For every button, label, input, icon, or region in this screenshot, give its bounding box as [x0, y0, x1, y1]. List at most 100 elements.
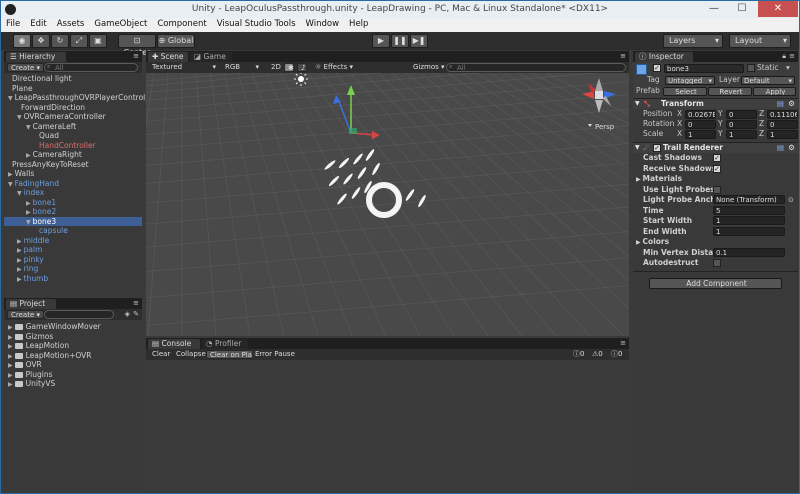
audio-toggle-icon[interactable]: ♪ — [297, 63, 307, 72]
transform-scale-x-input[interactable]: 1 — [685, 130, 716, 139]
trail-property-input[interactable]: 1 — [713, 226, 785, 236]
hierarchy-item[interactable]: ForwardDirection — [4, 103, 142, 113]
transform-position-x-input[interactable]: 0.0267E — [685, 110, 716, 119]
menu-file[interactable]: File — [1, 18, 25, 29]
fold-arrow-icon[interactable]: ▶ — [8, 381, 13, 388]
axis-label-y[interactable]: Y — [718, 129, 723, 139]
menu-gameobject[interactable]: GameObject — [89, 18, 152, 29]
fold-arrow-icon[interactable]: ▶ — [17, 276, 22, 283]
collapse-button[interactable]: Collapse — [173, 350, 209, 359]
hierarchy-search-input[interactable]: All — [44, 63, 138, 72]
error-pause-toggle[interactable]: Error Pause — [252, 350, 298, 359]
prefab-apply-button[interactable]: Apply — [753, 87, 796, 96]
scale-tool-icon[interactable]: ⤢ — [70, 34, 88, 48]
trail-property-label[interactable]: Colors — [643, 237, 670, 246]
axis-label-x[interactable]: X — [677, 119, 682, 129]
tab-project[interactable]: ▤ Project — [6, 299, 56, 309]
lock-icon[interactable]: 🔒︎ — [782, 52, 786, 61]
axis-label-x[interactable]: X — [677, 109, 682, 119]
fold-arrow-icon[interactable]: ▼ — [26, 124, 31, 131]
hierarchy-item[interactable]: HandController — [4, 141, 142, 151]
hierarchy-item[interactable]: ▶ thumb — [4, 274, 142, 284]
trail-property-checkbox[interactable] — [713, 259, 721, 267]
console-log-area[interactable] — [146, 360, 629, 491]
trail-renderer-component-header[interactable]: ▼ ☄ ✓ Trail Renderer ▤ ⚙ — [633, 142, 798, 153]
fold-arrow-icon[interactable]: ▶ — [8, 362, 13, 369]
fold-arrow-icon[interactable]: ▼ — [8, 181, 13, 188]
hierarchy-item[interactable]: ▼ OVRCameraController — [4, 112, 142, 122]
project-search-input[interactable] — [44, 310, 114, 319]
hierarchy-item[interactable]: ▼ FadingHand — [4, 179, 142, 189]
tab-game[interactable]: ◪ Game — [190, 52, 232, 62]
view-tool-eye-icon[interactable]: ◉ — [13, 34, 31, 48]
fold-arrow-icon[interactable]: ▶ — [17, 247, 22, 254]
chevron-down-icon[interactable]: ▾ — [786, 63, 790, 73]
hierarchy-item[interactable]: ▶ CameraRight — [4, 150, 142, 160]
fold-arrow-icon[interactable]: ▶ — [26, 209, 31, 216]
transform-position-z-input[interactable]: 0.11106 — [767, 110, 798, 119]
help-book-icon[interactable]: ▤ — [777, 143, 784, 153]
add-component-button[interactable]: Add Component — [649, 278, 782, 289]
tab-console[interactable]: ▤ Console — [148, 339, 200, 349]
hierarchy-item[interactable]: ▼ index — [4, 188, 142, 198]
trail-property-label[interactable]: Materials — [643, 174, 683, 183]
hierarchy-item[interactable]: ▶ palm — [4, 245, 142, 255]
transform-rotation-x-input[interactable]: 0 — [685, 120, 716, 129]
hierarchy-item[interactable]: ▶ ring — [4, 264, 142, 274]
panel-menu-icon[interactable]: ≡ — [620, 52, 626, 60]
menu-assets[interactable]: Assets — [52, 18, 90, 29]
shading-mode-dropdown[interactable]: Textured ▾ — [149, 63, 219, 72]
filter-by-label-icon[interactable]: ✎ — [133, 310, 139, 318]
transform-gizmo[interactable] — [333, 85, 380, 139]
prefab-revert-button[interactable]: Revert — [708, 87, 752, 96]
menu-help[interactable]: Help — [344, 18, 373, 29]
hierarchy-item[interactable]: ▼ CameraLeft — [4, 122, 142, 132]
project-create-dropdown[interactable]: Create ▾ — [7, 310, 45, 319]
tab-profiler[interactable]: ◔ Profiler — [202, 339, 248, 349]
panel-menu-icon[interactable]: ≡ — [133, 52, 139, 60]
prefab-select-button[interactable]: Select — [663, 87, 707, 96]
static-checkbox[interactable] — [747, 64, 755, 72]
log-count-toggle[interactable]: ⓘ0 — [608, 350, 626, 359]
fold-arrow-icon[interactable]: ▶ — [17, 266, 22, 273]
object-picker-icon[interactable]: ⊙ — [788, 195, 794, 205]
2d-mode-toggle[interactable]: 2D — [268, 63, 284, 72]
clear-button[interactable]: Clear — [149, 350, 174, 359]
transform-rotation-z-input[interactable]: 0 — [767, 120, 798, 129]
hierarchy-item[interactable]: ▶ bone1 — [4, 198, 142, 208]
hierarchy-item[interactable]: Directional light — [4, 74, 142, 84]
close-button[interactable]: ✕ — [758, 1, 798, 17]
warning-count-toggle[interactable]: ⚠0 — [589, 350, 606, 359]
tab-scene[interactable]: ✚ Scene — [148, 52, 188, 62]
lighting-toggle-icon[interactable]: ✱ — [284, 63, 294, 72]
transform-scale-z-input[interactable]: 1 — [767, 130, 798, 139]
hierarchy-item[interactable]: ▶ middle — [4, 236, 142, 246]
maximize-button[interactable]: ☐ — [729, 1, 755, 17]
layout-dropdown[interactable]: Layout ▾ — [729, 34, 791, 48]
transform-scale-y-input[interactable]: 1 — [726, 130, 757, 139]
trail-property-checkbox[interactable] — [713, 185, 721, 194]
hierarchy-item[interactable]: PressAnyKeyToReset — [4, 160, 142, 170]
play-button-icon[interactable]: ▶ — [372, 34, 390, 48]
axis-label-x[interactable]: X — [677, 129, 682, 139]
layer-dropdown[interactable]: Default ▾ — [741, 76, 795, 85]
axis-label-y[interactable]: Y — [718, 119, 723, 129]
pivot-center-toggle[interactable]: ⊡ Center — [118, 34, 156, 57]
axis-label-z[interactable]: Z — [759, 109, 764, 119]
project-folder-item[interactable]: ▶ LeapMotion — [4, 341, 142, 351]
fold-arrow-icon[interactable]: ▶ — [8, 171, 13, 178]
fold-arrow-icon[interactable]: ▶ — [26, 200, 31, 207]
fold-arrow-icon[interactable]: ▼ — [8, 95, 13, 102]
gizmos-dropdown[interactable]: Gizmos ▾ — [410, 63, 448, 72]
panel-menu-icon[interactable]: ≡ — [620, 339, 626, 347]
component-settings-gear-icon[interactable]: ⚙ — [788, 99, 795, 109]
fold-arrow-icon[interactable]: ▼ — [17, 190, 22, 197]
hierarchy-item[interactable]: capsule — [4, 226, 142, 236]
project-folder-item[interactable]: ▶ UnityVS — [4, 379, 142, 389]
project-folder-item[interactable]: ▶ LeapMotion+OVR — [4, 351, 142, 361]
rotate-tool-icon[interactable]: ↻ — [51, 34, 69, 48]
scene-viewport[interactable]: Persp — [146, 73, 629, 336]
panel-menu-icon[interactable]: ≡ — [789, 52, 795, 60]
menu-visual-studio-tools[interactable]: Visual Studio Tools — [212, 18, 301, 29]
hierarchy-item[interactable]: Plane — [4, 84, 142, 94]
